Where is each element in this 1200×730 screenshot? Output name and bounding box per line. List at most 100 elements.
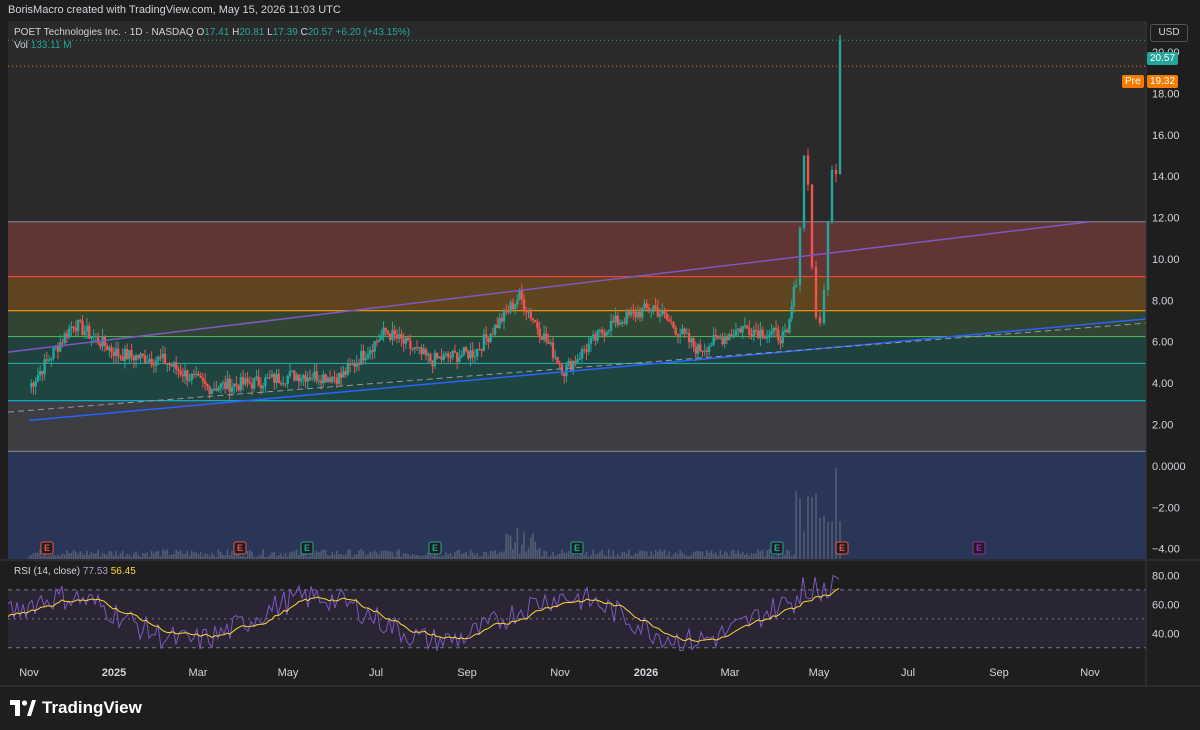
volume-bar xyxy=(349,549,351,559)
symbol-title[interactable]: POET Technologies Inc. · 1D · NASDAQ xyxy=(14,27,194,38)
candle-body xyxy=(346,363,350,375)
candle-body xyxy=(583,349,586,351)
candle-body xyxy=(282,383,285,385)
candle-body xyxy=(736,328,740,331)
candle-body xyxy=(723,336,726,344)
volume-bar xyxy=(663,549,666,559)
candle-body xyxy=(712,335,715,346)
candle-body xyxy=(366,354,370,359)
volume-bar xyxy=(688,555,690,559)
volume-bar xyxy=(166,549,169,559)
volume-bar xyxy=(465,551,467,559)
volume-bar xyxy=(755,553,757,559)
candle-body xyxy=(45,359,49,361)
candle-body xyxy=(616,315,619,325)
candle-body xyxy=(250,383,254,389)
candle-body xyxy=(683,328,686,334)
volume-bar xyxy=(728,556,731,559)
volume-bar xyxy=(315,550,318,559)
candle-body xyxy=(59,342,62,352)
volume-bar xyxy=(476,553,479,559)
candle-body xyxy=(774,327,778,330)
candle-body xyxy=(299,378,303,382)
candle-body xyxy=(525,309,528,313)
volume-bar xyxy=(641,550,644,559)
rsi-label[interactable]: RSI (14, close) xyxy=(14,566,80,577)
candle-body xyxy=(444,353,448,355)
candle-body xyxy=(85,325,89,332)
candle-body xyxy=(108,347,111,351)
candle-body xyxy=(119,356,122,358)
time-axis-label: Mar xyxy=(721,667,740,679)
currency-button[interactable]: USD xyxy=(1150,24,1188,42)
candle-body xyxy=(627,311,631,316)
volume-bar xyxy=(550,555,552,559)
candle-body xyxy=(230,387,234,393)
volume-bar xyxy=(654,549,657,559)
volume-bar xyxy=(175,549,177,559)
volume-bar xyxy=(699,551,702,559)
candle-body xyxy=(56,346,60,352)
volume-bar xyxy=(518,553,521,559)
candle-body xyxy=(667,319,671,322)
volume-bar xyxy=(382,550,385,559)
volume-bar xyxy=(509,535,512,559)
candle-body xyxy=(473,356,477,358)
candle-body xyxy=(293,370,296,381)
candle-body xyxy=(440,356,443,360)
volume-bar xyxy=(108,550,111,559)
candle-body xyxy=(830,169,834,222)
candle-body xyxy=(331,376,334,383)
volume-bar xyxy=(681,552,684,559)
candle-body xyxy=(333,376,336,378)
volume-bar xyxy=(313,552,316,559)
candle-body xyxy=(585,350,588,352)
candle-body xyxy=(377,339,381,342)
volume-bar xyxy=(683,554,686,559)
tradingview-logo-icon xyxy=(10,700,36,716)
volume-bar xyxy=(803,531,805,559)
volume-bar xyxy=(286,556,289,559)
volume-bar xyxy=(351,556,354,559)
candle-body xyxy=(674,327,677,335)
candle-body xyxy=(357,363,361,365)
earnings-marker-label: E xyxy=(44,543,50,553)
candle-body xyxy=(529,311,532,319)
volume-bar xyxy=(253,556,256,559)
candle-body xyxy=(415,347,419,349)
candle-body xyxy=(34,381,37,387)
candle-body xyxy=(344,371,347,375)
volume-bar xyxy=(628,549,630,559)
volume-bar xyxy=(574,556,577,559)
candle-body xyxy=(638,311,642,318)
volume-bar xyxy=(532,532,534,559)
volume-bar xyxy=(364,555,367,559)
volume-bar xyxy=(92,553,95,559)
candle-body xyxy=(783,329,787,332)
candle-body xyxy=(460,355,463,357)
volume-bar xyxy=(398,549,400,559)
volume-bar xyxy=(141,553,144,559)
fib-band-2 xyxy=(8,310,1146,337)
time-axis-label: Jul xyxy=(369,667,383,679)
candle-body xyxy=(540,336,544,340)
volume-bar xyxy=(128,554,131,559)
price-axis-label: 12.00 xyxy=(1152,213,1180,225)
candle-body xyxy=(511,302,515,310)
volume-bar xyxy=(552,552,554,559)
candle-body xyxy=(88,325,91,339)
candle-body xyxy=(692,338,695,347)
volume-bar xyxy=(376,552,378,559)
volume-bar xyxy=(775,556,777,559)
volume-bar xyxy=(605,555,608,559)
volume-bar xyxy=(322,549,325,559)
tradingview-logo[interactable]: TradingView xyxy=(10,698,142,718)
candle-body xyxy=(710,345,713,347)
candle-body xyxy=(413,347,416,349)
candle-body xyxy=(170,364,173,367)
time-axis-label: 2026 xyxy=(634,667,658,679)
volume-bar xyxy=(708,552,710,559)
candle-body xyxy=(228,378,231,393)
candle-body xyxy=(328,377,332,383)
volume-bar xyxy=(43,554,46,559)
